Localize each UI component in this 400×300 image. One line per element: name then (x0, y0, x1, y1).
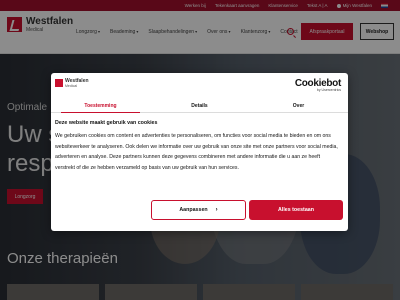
allow-all-button[interactable]: Alles toestaan (249, 200, 343, 220)
chevron-right-icon: › (215, 207, 218, 213)
cookie-consent-dialog: Westfalen Medical Cookiebot by Usercentr… (51, 73, 348, 231)
dialog-logo-sub: Medical (65, 84, 78, 88)
tab-details[interactable]: Details (150, 99, 249, 112)
consent-tabs: Toestemming Details Over (51, 99, 348, 113)
customize-button[interactable]: Aanpassen › (151, 200, 246, 220)
dialog-heading: Deze website maakt gebruik van cookies (55, 120, 158, 126)
customize-label: Aanpassen (179, 207, 208, 213)
tab-toestemming[interactable]: Toestemming (51, 99, 150, 113)
tab-over[interactable]: Over (249, 99, 348, 112)
dialog-body-text: We gebruiken cookies om content en adver… (55, 133, 338, 171)
cookiebot-logo[interactable]: Cookiebot by Usercentrics (295, 78, 341, 92)
dialog-logo-icon (55, 79, 63, 87)
